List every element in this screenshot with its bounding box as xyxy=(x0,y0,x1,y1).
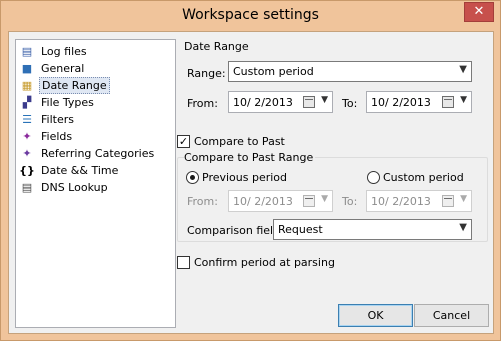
tree-item-label: Date Range xyxy=(39,76,110,94)
dialog-client-area: ▤ Log files ■ General ▦ Date Range ▞ File Types… xyxy=(8,31,494,334)
tree-item-referring-categories[interactable]: ✦ Referring Categories xyxy=(20,145,156,161)
compare-from-date-value: 10/ 2/2013 xyxy=(233,195,293,208)
cancel-button[interactable]: Cancel xyxy=(414,304,489,327)
tree-item-date-time[interactable]: {} Date && Time xyxy=(19,162,120,178)
comparison-field-label: Comparison field: xyxy=(187,224,284,237)
dns-lookup-icon: ▤ xyxy=(21,180,33,194)
file-types-icon: ▞ xyxy=(22,95,32,109)
calendar-grid-icon: ▦ xyxy=(21,78,33,92)
calendar-icon xyxy=(303,195,315,207)
to-date-value: 10/ 2/2013 xyxy=(371,96,431,109)
settings-category-tree[interactable]: ▤ Log files ■ General ▦ Date Range ▞ File Types… xyxy=(15,39,176,328)
range-label: Range: xyxy=(187,67,226,80)
from-date-value: 10/ 2/2013 xyxy=(233,96,293,109)
tree-item-label: Date && Time xyxy=(41,163,119,177)
tree-item-date-range[interactable]: ▦ Date Range xyxy=(20,76,110,94)
compare-to-past-checkbox[interactable]: ✓ xyxy=(177,135,190,148)
date-range-group-label: Date Range xyxy=(184,40,249,53)
from-date-picker[interactable]: 10/ 2/2013 ▼ xyxy=(228,91,333,113)
tree-item-label: Log files xyxy=(41,44,87,58)
custom-period-radio[interactable] xyxy=(367,171,380,184)
general-icon: ■ xyxy=(21,61,33,75)
tree-item-log-files[interactable]: ▤ Log files xyxy=(20,43,89,59)
tree-item-label: Referring Categories xyxy=(41,146,155,160)
to-date-picker[interactable]: 10/ 2/2013 ▼ xyxy=(366,91,472,113)
confirm-period-checkbox[interactable] xyxy=(177,256,190,269)
tree-item-label: Filters xyxy=(41,112,74,126)
range-select-value: Custom period xyxy=(233,65,314,78)
dropdown-arrow-icon: ▼ xyxy=(321,194,328,204)
compare-to-date-picker[interactable]: 10/ 2/2013 ▼ xyxy=(366,190,472,212)
compare-to-label: To: xyxy=(342,195,358,208)
tree-item-label: DNS Lookup xyxy=(41,180,108,194)
from-label: From: xyxy=(187,97,218,110)
previous-period-radio[interactable] xyxy=(186,171,199,184)
calendar-icon xyxy=(442,195,454,207)
tree-item-label: Fields xyxy=(41,129,73,143)
compare-range-group-label: Compare to Past Range xyxy=(184,151,316,164)
filters-icon: ☰ xyxy=(22,112,32,126)
calendar-icon xyxy=(442,96,454,108)
dropdown-arrow-icon: ▼ xyxy=(460,95,467,105)
compare-to-past-label: Compare to Past xyxy=(194,135,285,148)
braces-icon: {} xyxy=(19,163,35,177)
compare-to-date-value: 10/ 2/2013 xyxy=(371,195,431,208)
ok-button[interactable]: OK xyxy=(338,304,413,327)
custom-period-label: Custom period xyxy=(383,171,464,184)
window-title: Workspace settings xyxy=(182,7,319,23)
close-button[interactable]: ✕ xyxy=(464,2,494,22)
fields-icon: ✦ xyxy=(22,129,32,143)
tree-item-label: General xyxy=(41,61,85,75)
log-files-icon: ▤ xyxy=(21,44,33,58)
tree-item-file-types[interactable]: ▞ File Types xyxy=(20,94,96,110)
referring-categories-icon: ✦ xyxy=(22,146,32,160)
dropdown-arrow-icon: ▼ xyxy=(460,194,467,204)
dropdown-arrow-icon: ▼ xyxy=(321,95,328,105)
to-label: To: xyxy=(342,97,358,110)
range-select[interactable]: Custom period ▼ xyxy=(228,61,472,82)
calendar-icon xyxy=(303,96,315,108)
compare-from-date-picker[interactable]: 10/ 2/2013 ▼ xyxy=(228,190,333,212)
tree-item-label: File Types xyxy=(41,95,94,109)
compare-from-label: From: xyxy=(187,195,218,208)
comparison-field-value: Request xyxy=(278,223,323,236)
confirm-period-label: Confirm period at parsing xyxy=(194,256,335,269)
tree-item-filters[interactable]: ☰ Filters xyxy=(20,111,76,127)
comparison-field-select[interactable]: Request ▼ xyxy=(273,219,472,240)
title-bar[interactable]: Workspace settings ✕ xyxy=(1,1,500,31)
chevron-down-icon: ▼ xyxy=(459,64,467,75)
workspace-settings-window: Workspace settings ✕ ▤ Log files ■ General ▦… xyxy=(0,0,501,341)
previous-period-label: Previous period xyxy=(202,171,288,184)
chevron-down-icon: ▼ xyxy=(459,222,467,233)
tree-item-fields[interactable]: ✦ Fields xyxy=(20,128,74,144)
tree-item-dns-lookup[interactable]: ▤ DNS Lookup xyxy=(20,179,110,195)
tree-item-general[interactable]: ■ General xyxy=(20,60,86,76)
